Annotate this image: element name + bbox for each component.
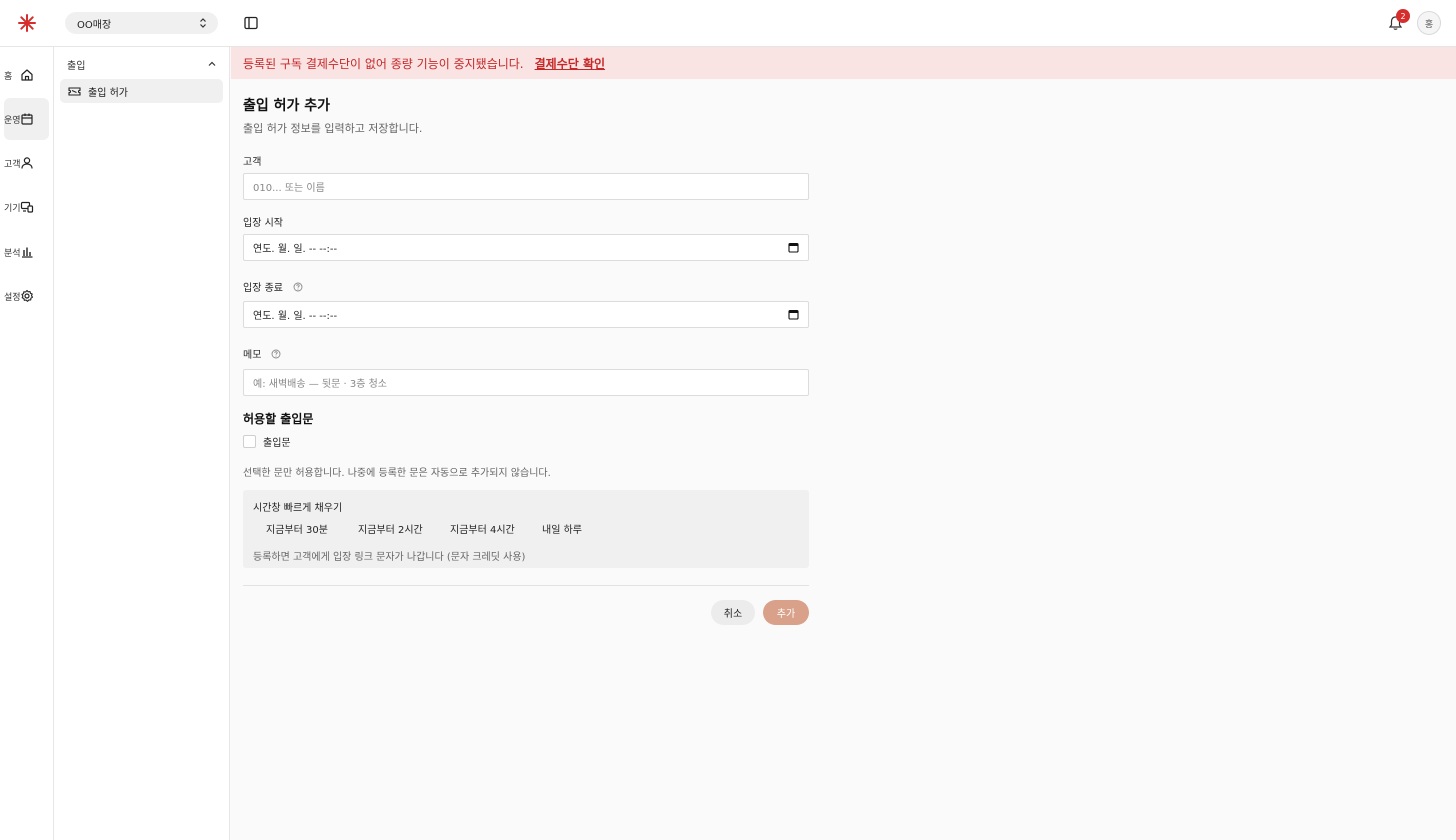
- quick-fill-panel: 시간창 빠르게 채우기 지금부터 30분 지금부터 2시간 지금부터 4시간 내…: [243, 490, 809, 568]
- end-value: 연도. 월. 일. -- --:--: [253, 311, 338, 322]
- add-button[interactable]: 추가: [763, 600, 809, 625]
- payment-warning-banner: 등록된 구독 결제수단이 없어 종량 기능이 중지됐습니다. 결제수단 확인: [231, 47, 1456, 79]
- home-icon: [20, 69, 33, 81]
- chevron-up-icon: [208, 61, 216, 66]
- notification-badge: 2: [1396, 9, 1410, 23]
- doors-hint: 선택한 문만 허용합니다. 나중에 등록한 문은 자동으로 추가되지 않습니다.: [243, 468, 551, 479]
- customer-label-text: 고객: [243, 157, 262, 168]
- end-label: 입장 종료: [243, 279, 303, 294]
- quick-2h-button[interactable]: 지금부터 2시간: [345, 519, 437, 537]
- end-datetime-input[interactable]: 연도. 월. 일. -- --:--: [243, 301, 809, 328]
- rail-label-operations: 운영: [4, 115, 21, 126]
- form-divider: [243, 585, 809, 586]
- secondary-sidebar: 출입 출입 허가: [54, 47, 230, 840]
- rail-item-settings[interactable]: 설정: [4, 275, 49, 317]
- page-subtitle: 출입 허가 정보를 입력하고 저장합니다.: [243, 122, 423, 135]
- rail-label-devices: 기기: [4, 203, 21, 214]
- rail-item-home[interactable]: 홈: [4, 54, 49, 96]
- customer-label: 고객: [243, 153, 261, 168]
- memo-label-text: 메모: [243, 350, 262, 361]
- banner-message: 등록된 구독 결제수단이 없어 종량 기능이 중지됐습니다.: [243, 56, 524, 71]
- user-icon: [20, 157, 33, 169]
- check-payment-link[interactable]: 결제수단 확인: [535, 55, 605, 72]
- sidebar-item-entry-permit[interactable]: 출입 허가: [60, 79, 223, 103]
- chevron-up-down-icon: [200, 18, 206, 28]
- help-icon[interactable]: [271, 349, 281, 359]
- page-title: 출입 허가 추가: [243, 98, 331, 114]
- rail-label-home: 홈: [4, 71, 13, 82]
- rail-label-settings: 설정: [4, 292, 21, 303]
- rail-label-customers: 고객: [4, 159, 21, 170]
- start-value: 연도. 월. 일. -- --:--: [253, 244, 338, 255]
- memo-input[interactable]: 예: 새벽배송 — 뒷문 · 3층 청소: [243, 369, 809, 396]
- calendar-icon[interactable]: [788, 242, 799, 253]
- rail-item-operations[interactable]: 운영: [4, 98, 49, 140]
- memo-label: 메모: [243, 346, 281, 361]
- sidebar-toggle-icon[interactable]: [244, 16, 258, 30]
- door-checkbox[interactable]: [243, 435, 256, 448]
- sidebar-item-label: 출입 허가: [88, 87, 128, 99]
- help-icon[interactable]: [293, 282, 303, 292]
- main-content: 출입 허가 추가 출입 허가 정보를 입력하고 저장합니다. 고객 010...…: [231, 79, 1456, 840]
- brand-logo-icon[interactable]: [17, 13, 37, 33]
- sms-notice: 등록하면 고객에게 입장 링크 문자가 나갑니다 (문자 크레딧 사용): [253, 552, 526, 563]
- store-selector[interactable]: OO매장: [65, 12, 218, 34]
- gear-icon: [20, 289, 33, 302]
- calendar-icon[interactable]: [788, 309, 799, 320]
- start-label: 입장 시작: [243, 214, 283, 229]
- cancel-button[interactable]: 취소: [711, 600, 755, 625]
- memo-placeholder: 예: 새벽배송 — 뒷문 · 3층 청소: [253, 379, 387, 390]
- rail-item-devices[interactable]: 기기: [4, 186, 49, 228]
- door-option[interactable]: 출입문: [243, 434, 291, 449]
- sidebar-group-label: 출입: [67, 60, 86, 72]
- quick-fill-buttons: 지금부터 30분 지금부터 2시간 지금부터 4시간 내일 하루: [253, 519, 595, 537]
- rail-item-analytics[interactable]: 분석: [4, 231, 49, 273]
- customer-placeholder: 010... 또는 이름: [253, 183, 325, 194]
- primary-rail: 홈 운영 고객 기기 분석 설정: [0, 47, 54, 840]
- quick-30min-button[interactable]: 지금부터 30분: [253, 519, 345, 537]
- quick-fill-title: 시간창 빠르게 채우기: [253, 503, 343, 514]
- rail-label-analytics: 분석: [4, 248, 21, 259]
- allowed-doors-title: 허용할 출입문: [243, 412, 314, 426]
- customer-input[interactable]: 010... 또는 이름: [243, 173, 809, 200]
- start-label-text: 입장 시작: [243, 218, 283, 229]
- rail-item-customers[interactable]: 고객: [4, 142, 49, 184]
- store-name: OO매장: [77, 19, 112, 31]
- quick-tomorrow-button[interactable]: 내일 하루: [529, 519, 595, 537]
- start-datetime-input[interactable]: 연도. 월. 일. -- --:--: [243, 234, 809, 261]
- sidebar-group-entry[interactable]: 출입: [67, 57, 217, 72]
- quick-4h-button[interactable]: 지금부터 4시간: [437, 519, 529, 537]
- avatar[interactable]: 홍: [1417, 11, 1441, 35]
- end-label-text: 입장 종료: [243, 283, 283, 294]
- ticket-icon: [68, 86, 81, 96]
- calendar-icon: [20, 113, 33, 125]
- bar-chart-icon: [21, 247, 32, 258]
- devices-icon: [20, 201, 33, 213]
- door-option-label: 출입문: [263, 438, 291, 449]
- top-bar: OO매장 2 홍: [0, 0, 1456, 47]
